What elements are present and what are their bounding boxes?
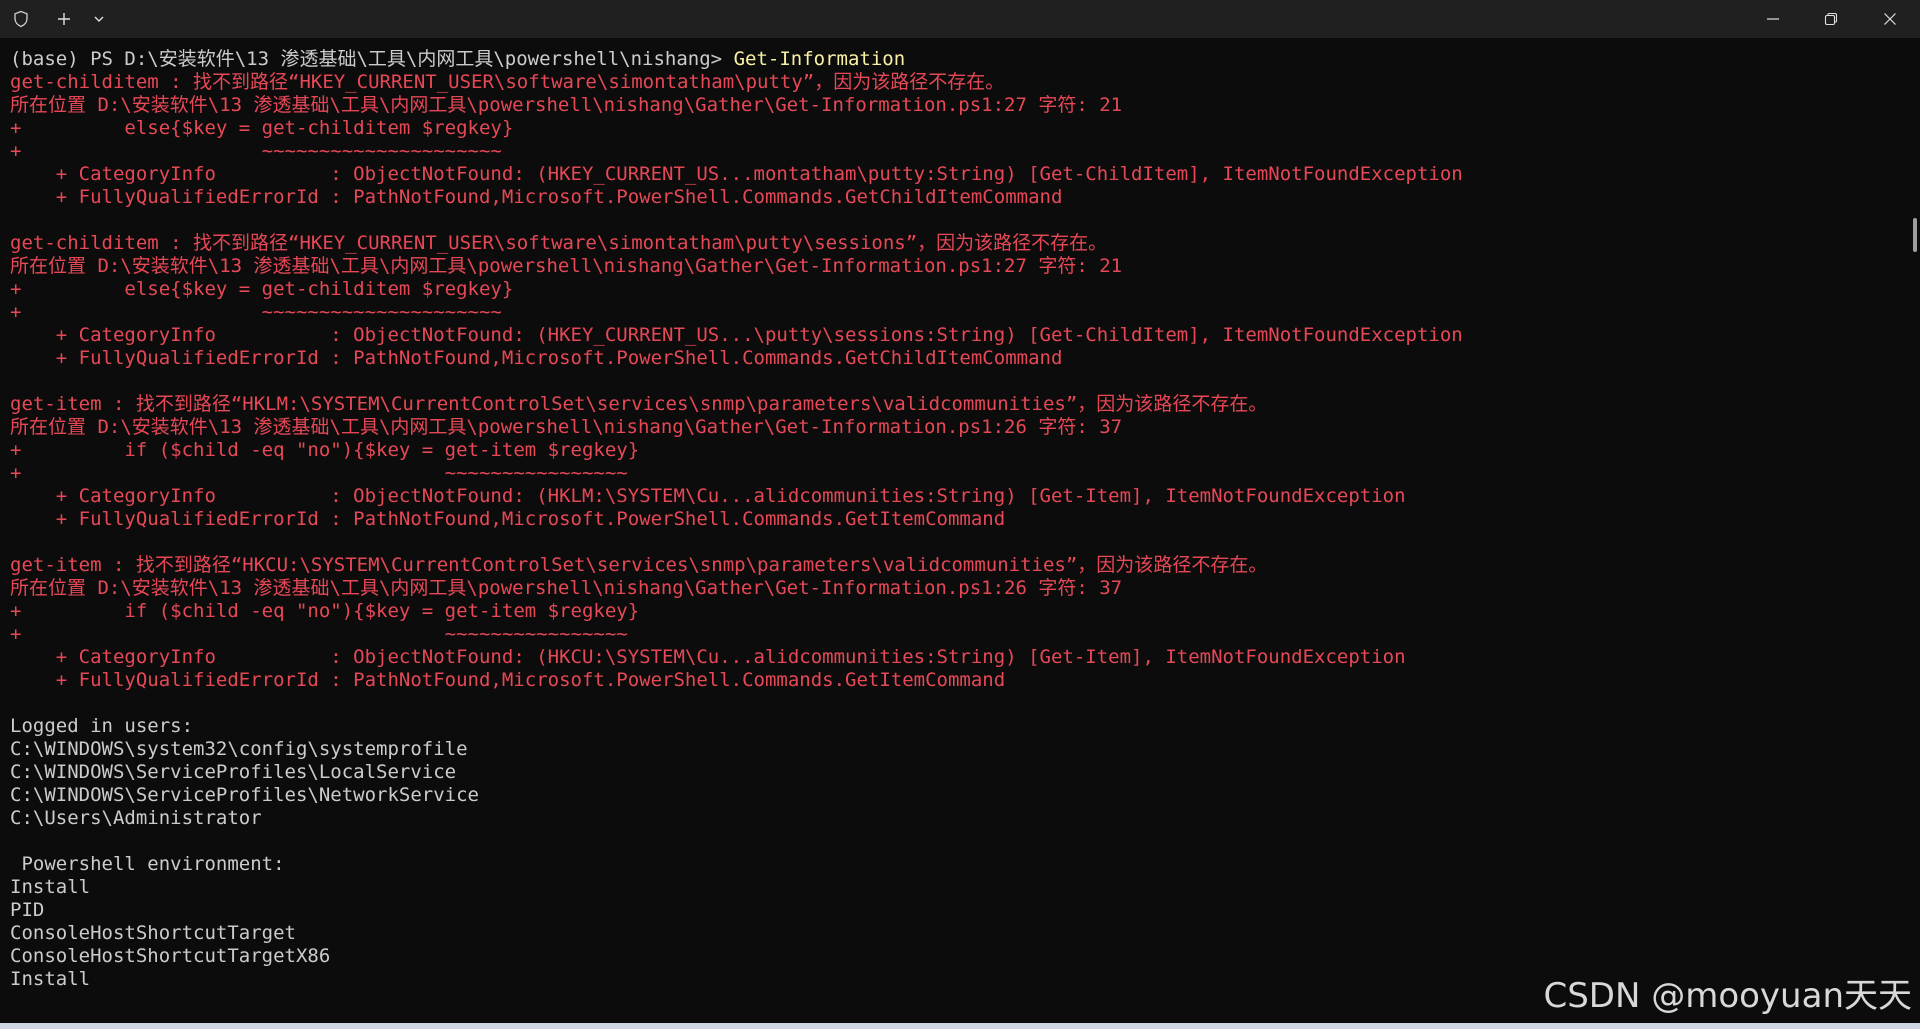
new-tab-button[interactable] xyxy=(42,0,86,38)
tab-dropdown-button[interactable] xyxy=(86,0,112,38)
output-line: C:\WINDOWS\ServiceProfiles\LocalService xyxy=(10,761,457,783)
error-line: 所在位置 D:\安装软件\13 渗透基础\工具\内网工具\powershell\… xyxy=(10,94,1123,116)
error-line: + CategoryInfo : ObjectNotFound: (HKLM:\… xyxy=(10,485,1406,507)
error-line: get-item : 找不到路径“HKCU:\SYSTEM\CurrentCon… xyxy=(10,554,1268,576)
error-line: + ~~~~~~~~~~~~~~~~ xyxy=(10,462,628,484)
output-line: C:\WINDOWS\ServiceProfiles\NetworkServic… xyxy=(10,784,479,806)
chevron-down-icon xyxy=(94,16,104,22)
close-icon xyxy=(1884,13,1896,25)
error-line: + else{$key = get-childitem $regkey} xyxy=(10,278,514,300)
error-line xyxy=(10,531,1900,554)
error-line xyxy=(10,209,1900,232)
error-line: + ~~~~~~~~~~~~~~~~~~~~~ xyxy=(10,140,502,162)
error-line: get-childitem : 找不到路径“HKEY_CURRENT_USER\… xyxy=(10,71,1005,93)
error-line: 所在位置 D:\安装软件\13 渗透基础\工具\内网工具\powershell\… xyxy=(10,416,1123,438)
close-button[interactable] xyxy=(1860,0,1920,38)
output-line: Install xyxy=(10,876,91,898)
terminal-output[interactable]: (base) PS D:\安装软件\13 渗透基础\工具\内网工具\powers… xyxy=(10,48,1900,1020)
restore-button[interactable] xyxy=(1802,0,1860,38)
scrollbar-thumb[interactable] xyxy=(1913,218,1917,252)
watermark: CSDN @mooyuan天天 xyxy=(1543,976,1912,1016)
plus-icon xyxy=(58,13,70,25)
output-line: ConsoleHostShortcutTargetX86 xyxy=(10,945,331,967)
title-bar xyxy=(0,0,1920,38)
output-line: Logged in users: xyxy=(10,715,194,737)
error-line xyxy=(10,370,1900,393)
output-line: C:\WINDOWS\system32\config\systemprofile xyxy=(10,738,468,760)
error-line: + FullyQualifiedErrorId : PathNotFound,M… xyxy=(10,508,1006,530)
command-text: Get-Information xyxy=(733,48,906,70)
restore-icon xyxy=(1824,12,1838,26)
minimize-button[interactable] xyxy=(1744,0,1802,38)
output-line: Powershell environment: xyxy=(10,853,285,875)
error-line: + CategoryInfo : ObjectNotFound: (HKCU:\… xyxy=(10,646,1406,668)
error-line: + FullyQualifiedErrorId : PathNotFound,M… xyxy=(10,186,1063,208)
error-line: + if ($child -eq "no"){$key = get-item $… xyxy=(10,439,640,461)
error-line: + if ($child -eq "no"){$key = get-item $… xyxy=(10,600,640,622)
taskbar-edge xyxy=(0,1023,1920,1029)
error-line: + else{$key = get-childitem $regkey} xyxy=(10,117,514,139)
error-line: get-childitem : 找不到路径“HKEY_CURRENT_USER\… xyxy=(10,232,1108,254)
error-line: 所在位置 D:\安装软件\13 渗透基础\工具\内网工具\powershell\… xyxy=(10,577,1123,599)
error-line: + CategoryInfo : ObjectNotFound: (HKEY_C… xyxy=(10,163,1463,185)
output-lines: get-childitem : 找不到路径“HKEY_CURRENT_USER\… xyxy=(10,71,1900,991)
error-line: + FullyQualifiedErrorId : PathNotFound,M… xyxy=(10,347,1063,369)
error-line: + ~~~~~~~~~~~~~~~~~~~~~ xyxy=(10,301,502,323)
shield-icon[interactable] xyxy=(0,0,42,38)
prompt-line: (base) PS D:\安装软件\13 渗透基础\工具\内网工具\powers… xyxy=(10,48,1900,71)
output-line: ConsoleHostShortcutTarget xyxy=(10,922,296,944)
output-line: C:\Users\Administrator xyxy=(10,807,262,829)
output-line: PID xyxy=(10,899,45,921)
error-line: 所在位置 D:\安装软件\13 渗透基础\工具\内网工具\powershell\… xyxy=(10,255,1123,277)
error-line: + FullyQualifiedErrorId : PathNotFound,M… xyxy=(10,669,1006,691)
error-line: + ~~~~~~~~~~~~~~~~ xyxy=(10,623,628,645)
minimize-icon xyxy=(1767,18,1779,20)
error-line: get-item : 找不到路径“HKLM:\SYSTEM\CurrentCon… xyxy=(10,393,1268,415)
prompt-text: (base) PS D:\安装软件\13 渗透基础\工具\内网工具\powers… xyxy=(10,48,734,70)
error-line: + CategoryInfo : ObjectNotFound: (HKEY_C… xyxy=(10,324,1463,346)
